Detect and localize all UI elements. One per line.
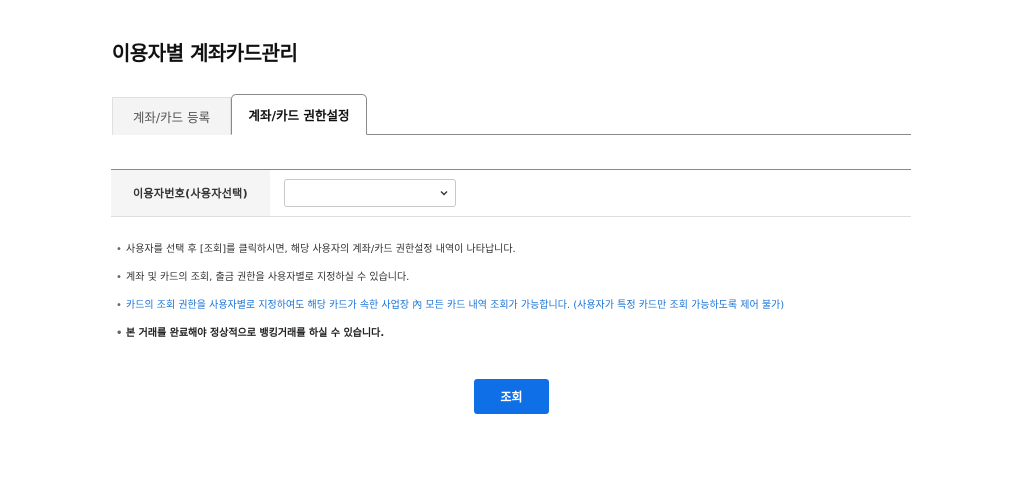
chevron-down-icon <box>440 191 448 196</box>
bullet-icon: • <box>116 272 122 283</box>
bullet-icon: • <box>116 328 123 339</box>
search-button[interactable]: 조회 <box>474 379 549 414</box>
note-text: 본 거래를 완료해야 정상적으로 뱅킹거래를 하실 수 있습니다. <box>126 328 385 339</box>
note-item: • 계좌 및 카드의 조회, 출금 권한을 사용자별로 지정하실 수 있습니다. <box>116 271 784 299</box>
user-select-form: 이용자번호(사용자선택) <box>111 169 911 217</box>
tab-account-card-register[interactable]: 계좌/카드 등록 <box>112 97 231 135</box>
user-number-label: 이용자번호(사용자선택) <box>111 170 270 216</box>
note-text: 사용자를 선택 후 [조회]를 클릭하시면, 해당 사용자의 계좌/카드 권한설… <box>126 244 516 255</box>
tab-bar: 계좌/카드 등록 계좌/카드 권한설정 <box>112 94 911 135</box>
note-item-highlight: • 카드의 조회 권한을 사용자별로 지정하여도 해당 카드가 속한 사업장 內… <box>116 299 784 327</box>
user-select-cell <box>270 170 911 216</box>
bullet-icon: • <box>116 300 122 311</box>
user-select-dropdown[interactable] <box>284 179 456 207</box>
note-text: 카드의 조회 권한을 사용자별로 지정하여도 해당 카드가 속한 사업장 內 모… <box>126 300 785 311</box>
note-item: • 사용자를 선택 후 [조회]를 클릭하시면, 해당 사용자의 계좌/카드 권… <box>116 243 784 271</box>
bullet-icon: • <box>116 244 122 255</box>
tab-account-card-permission[interactable]: 계좌/카드 권한설정 <box>231 94 367 135</box>
notes-list: • 사용자를 선택 후 [조회]를 클릭하시면, 해당 사용자의 계좌/카드 권… <box>116 243 784 355</box>
page-title: 이용자별 계좌카드관리 <box>112 41 298 65</box>
note-text: 계좌 및 카드의 조회, 출금 권한을 사용자별로 지정하실 수 있습니다. <box>126 272 410 283</box>
note-item-important: • 본 거래를 완료해야 정상적으로 뱅킹거래를 하실 수 있습니다. <box>116 327 784 355</box>
